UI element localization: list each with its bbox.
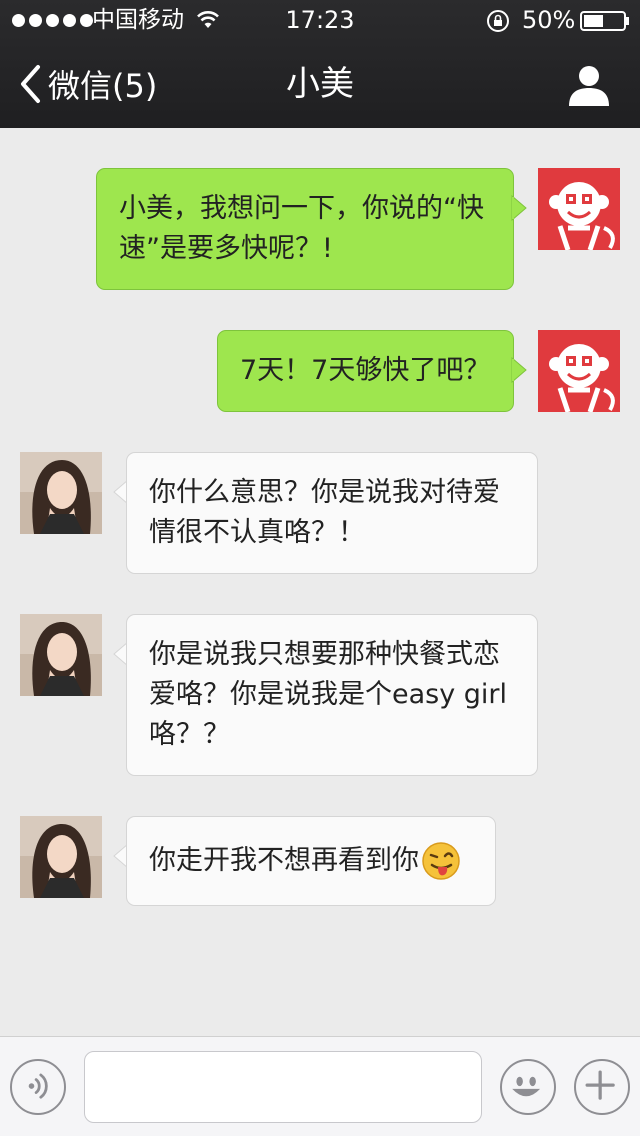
back-button[interactable]: 微信(5) (18, 60, 157, 108)
more-button[interactable] (574, 1059, 630, 1115)
status-bar: 中国移动 17:23 50% (0, 0, 640, 40)
contact-avatar[interactable] (20, 452, 102, 534)
message-text: 你走开我不想再看到你 (149, 845, 419, 876)
chevron-left-icon (21, 65, 40, 103)
message-input[interactable] (84, 1051, 482, 1123)
bubble-tail (511, 356, 527, 384)
bubble-tail (511, 194, 527, 222)
message-text: 小美，我想问一下，你说的“快速”是要多快呢？! (119, 193, 484, 264)
contact-avatar[interactable] (20, 614, 102, 696)
tongue-out-face-emoji (422, 842, 460, 880)
emoji-button[interactable] (500, 1059, 556, 1115)
message-bubble-incoming[interactable]: 你什么意思？你是说我对待爱情很不认真咯？！ (126, 452, 538, 574)
back-label: 微信(5) (48, 67, 158, 105)
top-bar: 中国移动 17:23 50% 微信(5) 小美 (0, 0, 640, 128)
battery-icon (580, 11, 629, 31)
input-bar (0, 1036, 640, 1136)
my-avatar-monkey[interactable] (538, 330, 620, 412)
contact-avatar[interactable] (20, 816, 102, 898)
rotation-lock-icon (487, 10, 509, 32)
navigation-bar: 微信(5) 小美 (0, 40, 640, 128)
message-text: 7天！7天够快了吧？ (240, 355, 491, 386)
message-bubble-outgoing[interactable]: 7天！7天够快了吧？ (217, 330, 514, 412)
person-icon[interactable] (566, 62, 612, 108)
message-bubble-outgoing[interactable]: 小美，我想问一下，你说的“快速”是要多快呢？! (96, 168, 514, 290)
message-text: 你是说我只想要那种快餐式恋爱咯？你是说我是个easy girl咯？？ (149, 639, 508, 750)
battery-percent: 50% (522, 6, 576, 34)
voice-button[interactable] (10, 1059, 66, 1115)
message-bubble-incoming[interactable]: 你是说我只想要那种快餐式恋爱咯？你是说我是个easy girl咯？？ (126, 614, 538, 776)
voice-icon (28, 1073, 48, 1099)
message-bubble-incoming[interactable]: 你走开我不想再看到你 (126, 816, 496, 906)
my-avatar-monkey[interactable] (538, 168, 620, 250)
message-text: 你什么意思？你是说我对待爱情很不认真咯？！ (149, 477, 500, 548)
plus-icon (585, 1070, 615, 1100)
smiley-icon (512, 1076, 541, 1097)
